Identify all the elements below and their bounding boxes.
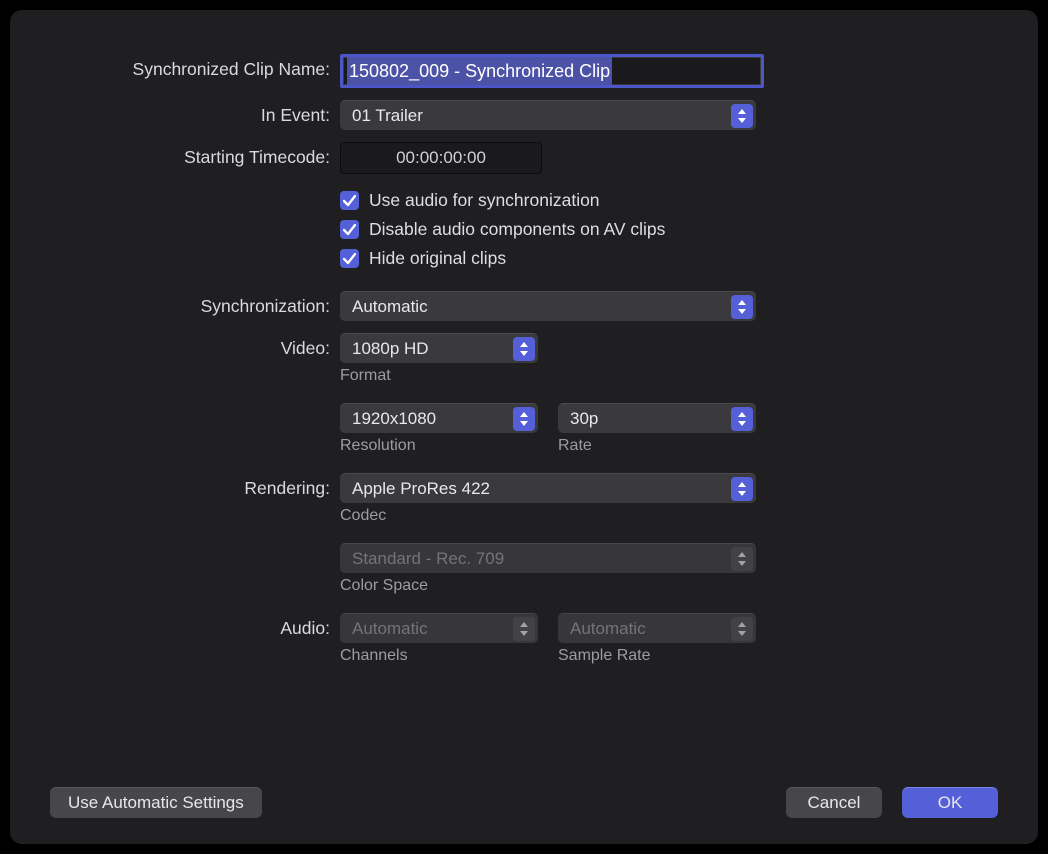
sublabel-format: Format <box>340 367 538 385</box>
video-rate-popup[interactable]: 30p <box>558 403 756 433</box>
updown-icon <box>731 617 753 641</box>
starting-timecode-field[interactable]: 00:00:00:00 <box>340 142 542 174</box>
checkbox-hide-clips[interactable]: Hide original clips <box>340 248 998 269</box>
checkbox-icon <box>340 249 359 268</box>
label-rendering: Rendering: <box>50 473 340 499</box>
label-start-tc: Starting Timecode: <box>50 142 340 168</box>
label-sync: Synchronization: <box>50 291 340 317</box>
color-space-popup: Standard - Rec. 709 <box>340 543 756 573</box>
label-clip-name: Synchronized Clip Name: <box>50 54 340 80</box>
updown-icon <box>513 617 535 641</box>
updown-icon <box>731 477 753 501</box>
sublabel-channels: Channels <box>340 647 538 665</box>
updown-icon <box>731 295 753 319</box>
cancel-button[interactable]: Cancel <box>786 787 882 818</box>
in-event-popup[interactable]: 01 Trailer <box>340 100 756 130</box>
updown-icon <box>731 547 753 571</box>
updown-icon <box>731 104 753 128</box>
updown-icon <box>513 407 535 431</box>
use-automatic-settings-button[interactable]: Use Automatic Settings <box>50 787 262 818</box>
sublabel-sample-rate: Sample Rate <box>558 647 756 665</box>
checkbox-use-audio[interactable]: Use audio for synchronization <box>340 190 998 211</box>
checkbox-disable-av[interactable]: Disable audio components on AV clips <box>340 219 998 240</box>
ok-button[interactable]: OK <box>902 787 998 818</box>
sublabel-color-space: Color Space <box>340 577 756 595</box>
label-audio: Audio: <box>50 613 340 639</box>
video-resolution-popup[interactable]: 1920x1080 <box>340 403 538 433</box>
checkbox-icon <box>340 191 359 210</box>
synchronization-popup[interactable]: Automatic <box>340 291 756 321</box>
checkbox-icon <box>340 220 359 239</box>
sublabel-codec: Codec <box>340 507 756 525</box>
updown-icon <box>513 337 535 361</box>
label-video: Video: <box>50 333 340 359</box>
sublabel-resolution: Resolution <box>340 437 538 455</box>
synchronize-clips-dialog: Synchronized Clip Name: 150802_009 - Syn… <box>10 10 1038 844</box>
updown-icon <box>731 407 753 431</box>
label-in-event: In Event: <box>50 100 340 126</box>
audio-sample-rate-popup: Automatic <box>558 613 756 643</box>
sublabel-rate: Rate <box>558 437 756 455</box>
clip-name-selection: 150802_009 - Synchronized Clip <box>347 57 612 85</box>
clip-name-input[interactable]: 150802_009 - Synchronized Clip <box>340 54 764 88</box>
audio-channels-popup: Automatic <box>340 613 538 643</box>
button-bar: Use Automatic Settings Cancel OK <box>50 787 998 818</box>
video-format-popup[interactable]: 1080p HD <box>340 333 538 363</box>
codec-popup[interactable]: Apple ProRes 422 <box>340 473 756 503</box>
